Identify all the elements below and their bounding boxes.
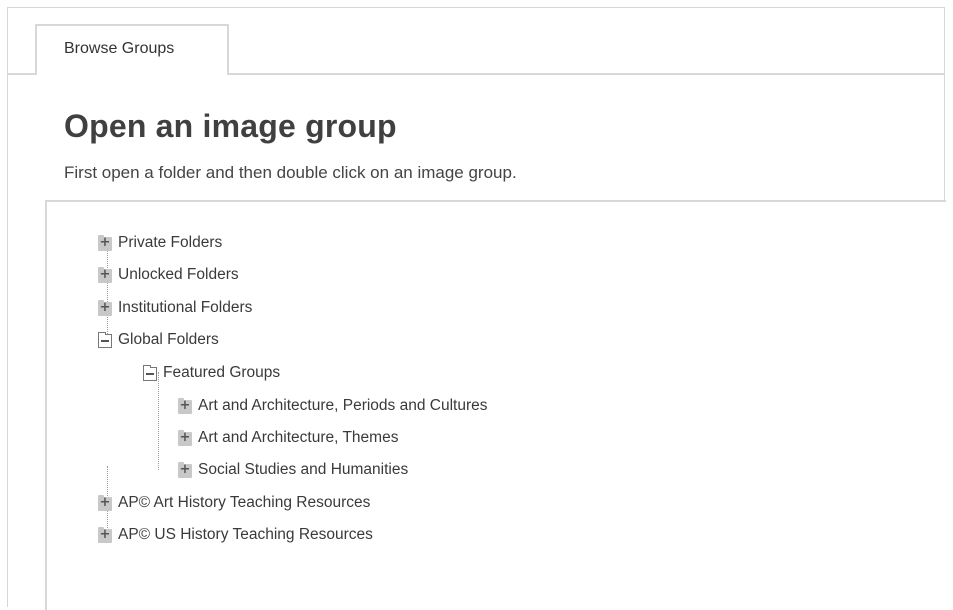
tree-node-label: AP© US History Teaching Resources bbox=[118, 526, 373, 543]
page-title: Open an image group bbox=[64, 108, 397, 144]
folder-plus-icon[interactable]: + bbox=[98, 495, 112, 511]
folder-tree: + Private Folders + Unlocked Folders + I… bbox=[45, 200, 946, 610]
tree-node-label: Private Folders bbox=[118, 234, 223, 251]
tab-browse-groups-label: Browse Groups bbox=[64, 40, 175, 57]
folder-plus-icon[interactable]: + bbox=[98, 300, 112, 316]
tree-node-institutional-folders[interactable]: + Institutional Folders bbox=[98, 297, 252, 319]
tree-node-label: Social Studies and Humanities bbox=[198, 461, 409, 478]
tree-node-label: Art and Architecture, Periods and Cultur… bbox=[198, 397, 488, 414]
tree-node-unlocked-folders[interactable]: + Unlocked Folders bbox=[98, 264, 239, 286]
tree-node-ap-us-history[interactable]: + AP© US History Teaching Resources bbox=[98, 524, 373, 546]
tree-node-ap-art-history[interactable]: + AP© Art History Teaching Resources bbox=[98, 492, 370, 514]
folder-plus-icon[interactable]: + bbox=[98, 527, 112, 543]
tree-node-label: Featured Groups bbox=[163, 364, 281, 381]
tree-node-private-folders[interactable]: + Private Folders bbox=[98, 232, 222, 254]
folder-minus-icon[interactable] bbox=[143, 365, 157, 381]
tree-node-label: Art and Architecture, Themes bbox=[198, 429, 399, 446]
tree-connector bbox=[158, 372, 159, 470]
folder-plus-icon[interactable]: + bbox=[178, 398, 192, 414]
tree-node-label: Global Folders bbox=[118, 331, 219, 348]
browse-groups-window: Browse Groups Open an image group First … bbox=[7, 7, 946, 610]
tree-node-social-studies[interactable]: + Social Studies and Humanities bbox=[178, 459, 408, 481]
tree-node-label: AP© Art History Teaching Resources bbox=[118, 494, 371, 511]
tab-browse-groups[interactable]: Browse Groups bbox=[35, 24, 229, 77]
tree-node-label: Unlocked Folders bbox=[118, 266, 239, 283]
tree-connector bbox=[107, 244, 108, 340]
tree-node-art-architecture-themes[interactable]: + Art and Architecture, Themes bbox=[178, 427, 398, 449]
tree-node-label: Institutional Folders bbox=[118, 299, 253, 316]
folder-minus-icon[interactable] bbox=[98, 332, 112, 348]
tab-strip: Browse Groups bbox=[8, 8, 945, 77]
instructions-text: First open a folder and then double clic… bbox=[64, 163, 517, 182]
folder-plus-icon[interactable]: + bbox=[98, 267, 112, 283]
folder-plus-icon[interactable]: + bbox=[178, 462, 192, 478]
tree-node-art-architecture-periods[interactable]: + Art and Architecture, Periods and Cult… bbox=[178, 395, 487, 417]
tree-node-global-folders[interactable]: Global Folders bbox=[98, 329, 219, 351]
folder-plus-icon[interactable]: + bbox=[178, 430, 192, 446]
folder-plus-icon[interactable]: + bbox=[98, 235, 112, 251]
tree-node-featured-groups[interactable]: Featured Groups bbox=[143, 362, 280, 384]
